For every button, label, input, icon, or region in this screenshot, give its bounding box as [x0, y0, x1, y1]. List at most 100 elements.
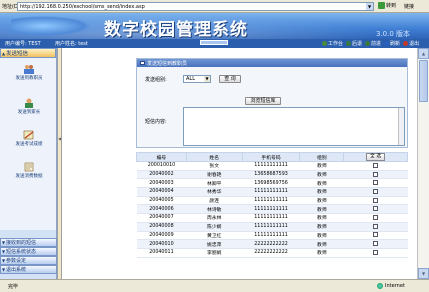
- select-all-button[interactable]: 全 选: [366, 153, 386, 161]
- back-icon: [346, 41, 352, 46]
- row-checkbox[interactable]: [373, 180, 379, 186]
- envelope-icon: [140, 61, 145, 65]
- sms-content-textarea[interactable]: [183, 107, 405, 146]
- table-row: 20040010 姚忠萍 22222222222 教师: [136, 239, 408, 249]
- refresh-icon: [384, 41, 390, 46]
- textarea-scrollbar[interactable]: [398, 108, 404, 145]
- chevron-down-icon: ▼: [2, 249, 6, 254]
- menu-settings[interactable]: ▼ 参数设定: [0, 256, 57, 265]
- row-checkbox[interactable]: [373, 206, 379, 212]
- chevron-down-icon: ▼: [2, 267, 6, 272]
- app-banner: 数字校园管理系统 3.0.0 版本: [0, 13, 429, 39]
- page-scrollbar[interactable]: ▲ ▼: [417, 48, 429, 279]
- row-checkbox[interactable]: [373, 188, 379, 194]
- consume-icon: [24, 162, 34, 172]
- user-id: 用户编号: TEST: [5, 41, 41, 47]
- chevron-up-icon: ▲: [2, 50, 6, 56]
- cell-group: 教师: [299, 170, 344, 180]
- cell-select: [343, 231, 408, 241]
- collapse-arrow-icon: ◀: [58, 136, 62, 141]
- menu-label: 接收到的短信: [6, 240, 37, 246]
- url-text: http://192.168.0.250/eschool/sms_send/in…: [20, 3, 145, 10]
- row-checkbox[interactable]: [373, 171, 379, 177]
- tool-exit[interactable]: 退出: [403, 40, 419, 47]
- browse-library-button[interactable]: 浏览短信库: [245, 97, 281, 105]
- cell-name: 林诗敏: [186, 204, 243, 215]
- cell-name: 林卿平: [186, 178, 243, 189]
- row-checkbox[interactable]: [373, 197, 379, 203]
- tool-desk[interactable]: 工作台: [322, 40, 343, 47]
- row-checkbox[interactable]: [373, 223, 379, 229]
- group-label: 发送组别:: [145, 77, 167, 83]
- menu-sms-status[interactable]: ▼ 短信系统状态: [0, 247, 57, 256]
- url-input[interactable]: http://192.168.0.250/eschool/sms_send/in…: [17, 2, 374, 11]
- sidebar-item-exam[interactable]: 发送考试成绩: [9, 130, 49, 147]
- panel-title: 发送短信到教职员: [147, 60, 188, 67]
- app-version: 3.0.0 版本: [376, 30, 411, 38]
- cell-select: [343, 239, 408, 249]
- col-header: 姓名: [185, 152, 243, 162]
- cell-select: [343, 248, 408, 258]
- table-row: 20040011 李丽娟 22222222222 教师: [136, 248, 408, 258]
- globe-icon: [377, 283, 383, 289]
- send-panel: 发送短信到教职员 发送组别: ALL ▼ 查 询 浏览短信库 短信内容:: [136, 58, 408, 148]
- cell-group: 教师: [299, 178, 344, 189]
- menu-items: 发送到教职员 发送到家长 发送考试成绩 发送消费数据: [0, 58, 56, 230]
- parent-icon: [25, 98, 33, 108]
- sidebar-item-consume[interactable]: 发送消费数据: [9, 162, 49, 179]
- row-checkbox[interactable]: [373, 249, 379, 255]
- sidebar-item-parent[interactable]: 发送到家长: [9, 98, 49, 115]
- tool-back[interactable]: 后退: [346, 40, 362, 47]
- cell-id: 20040008: [136, 222, 187, 232]
- col-header: 编号: [136, 152, 187, 162]
- url-dropdown-icon[interactable]: ▼: [366, 3, 373, 10]
- cell-phone: 22222222222: [242, 248, 300, 258]
- cell-group: 教师: [299, 187, 344, 197]
- cell-phone: 11111111111: [242, 231, 300, 241]
- table-row: 20040006 林诗敏 11111111111 教师: [136, 204, 408, 215]
- sidebar-item-label: 发送消费数据: [15, 174, 43, 179]
- scroll-thumb[interactable]: [419, 60, 428, 102]
- row-checkbox[interactable]: [373, 162, 379, 168]
- group-select[interactable]: ALL ▼: [183, 75, 211, 83]
- select-all-cell: 全 选: [343, 152, 408, 162]
- menu-send-sms-label: 发送短信: [6, 51, 29, 57]
- main-content: 发送短信到教职员 发送组别: ALL ▼ 查 询 浏览短信库 短信内容: 编号 …: [62, 48, 417, 279]
- banner-logo: [11, 16, 91, 36]
- tool-label: 后退: [352, 41, 363, 47]
- faculty-icon: [24, 65, 34, 74]
- links-button[interactable]: 链接: [404, 3, 414, 10]
- row-checkbox[interactable]: [373, 241, 379, 247]
- sidebar-item-label: 发送考试成绩: [15, 142, 43, 147]
- tool-refresh[interactable]: 刷新: [384, 40, 400, 47]
- cell-id: 20040007: [136, 213, 187, 223]
- go-button[interactable]: 转到: [378, 2, 396, 9]
- exit-icon: [403, 41, 409, 46]
- tool-forward[interactable]: 前进: [365, 40, 381, 47]
- cell-group: 教师: [299, 204, 344, 215]
- scroll-down-icon[interactable]: ▼: [418, 268, 429, 279]
- query-button[interactable]: 查 询: [219, 75, 241, 83]
- menu-send-sms[interactable]: ▲ 发送短信: [0, 48, 56, 58]
- cell-group: 教师: [299, 161, 344, 171]
- scroll-up-icon[interactable]: ▲: [418, 48, 429, 59]
- sidebar-item-faculty[interactable]: 发送到教职员: [9, 64, 49, 81]
- cell-group: 教师: [299, 248, 344, 258]
- app-title: 数字校园管理系统: [104, 20, 248, 39]
- cell-phone: 11111111111: [242, 196, 300, 206]
- collapse-header-button[interactable]: [200, 40, 228, 45]
- menu-exit[interactable]: ▼ 退出系统: [0, 265, 57, 274]
- row-checkbox[interactable]: [373, 232, 379, 238]
- table-body: 200010010 张文 11111111111 教师 20040002 谢春艳 13658…: [136, 161, 408, 258]
- zone-label: Internet: [385, 283, 405, 289]
- menu-label: 退出系统: [6, 267, 27, 273]
- panel-header: 发送短信到教职员: [137, 59, 407, 67]
- status-done: 完毕: [8, 283, 19, 290]
- cell-select: [343, 170, 408, 180]
- cell-id: 20040010: [136, 239, 187, 249]
- cell-phone: 11111111111: [242, 213, 300, 223]
- table-row: 20040005 颜连 11111111111 教师: [136, 196, 408, 206]
- row-checkbox[interactable]: [373, 214, 379, 220]
- menu-received-sms[interactable]: ▼ 接收到的短信: [0, 238, 57, 247]
- user-bar: 用户编号: TEST 用户姓名: test 工作台 后退 前进 刷新 退出: [0, 39, 429, 48]
